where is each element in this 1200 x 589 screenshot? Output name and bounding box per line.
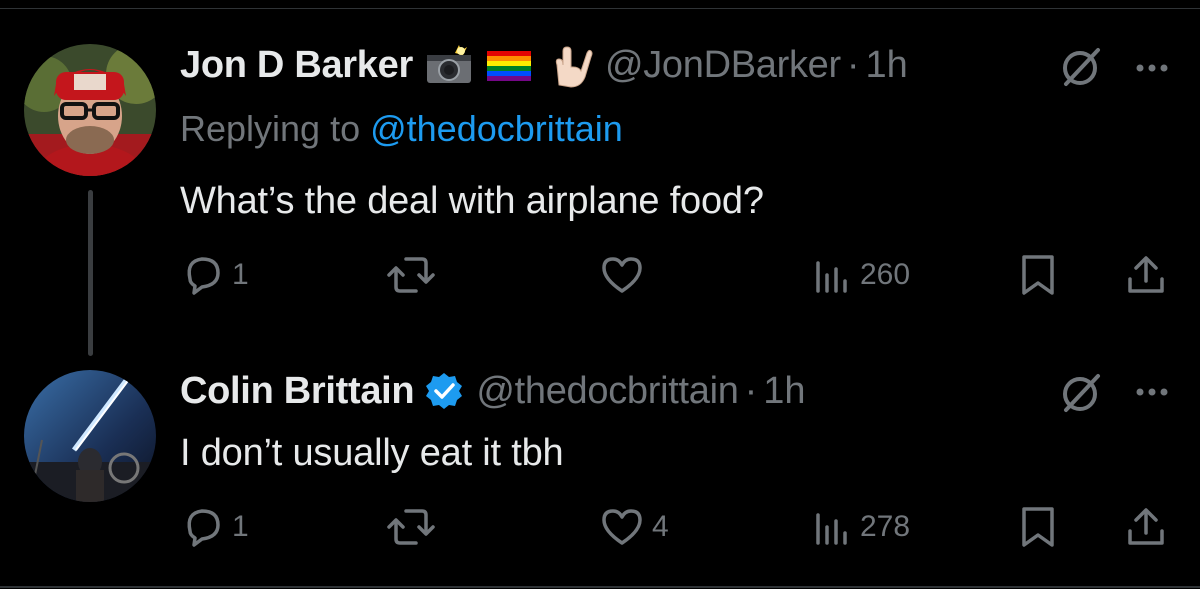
verified-badge-icon xyxy=(424,371,464,411)
grok-icon[interactable] xyxy=(1058,370,1104,416)
views-count: 260 xyxy=(860,258,911,291)
love-you-gesture-emoji-icon xyxy=(545,45,593,88)
repost-button[interactable] xyxy=(386,502,436,552)
reply-icon xyxy=(187,257,220,295)
author-name[interactable]: Jon D Barker xyxy=(180,44,413,87)
tweet-jon-d-barker[interactable]: Jon D Barker @JonDBarker · 1h Replying t… xyxy=(0,0,1200,360)
tweet-text: What’s the deal with airplane food? xyxy=(180,180,764,222)
tweet-timestamp[interactable]: 1h xyxy=(763,370,805,413)
tweet-text: I don’t usually eat it tbh xyxy=(180,432,564,474)
more-icon[interactable] xyxy=(1134,382,1174,402)
like-button[interactable]: 4 xyxy=(600,502,669,552)
repost-button[interactable] xyxy=(386,250,436,300)
like-icon xyxy=(602,257,642,293)
bookmark-icon xyxy=(1022,507,1054,547)
repost-icon xyxy=(387,509,435,545)
author-handle[interactable]: @thedocbrittain xyxy=(476,370,739,413)
views-icon xyxy=(816,513,847,545)
author-name[interactable]: Colin Brittain xyxy=(180,370,415,413)
tweet-header: Jon D Barker @JonDBarker · 1h xyxy=(180,40,908,90)
share-button[interactable] xyxy=(1124,250,1168,300)
camera-flash-emoji-icon xyxy=(425,45,473,85)
reply-count: 1 xyxy=(232,510,249,543)
author-handle[interactable]: @JonDBarker xyxy=(605,44,841,87)
reply-button[interactable]: 1 xyxy=(180,502,249,552)
bookmark-button[interactable] xyxy=(1018,250,1058,300)
tweet-timestamp[interactable]: 1h xyxy=(866,44,908,87)
bottom-divider xyxy=(0,586,1200,588)
more-icon[interactable] xyxy=(1134,58,1174,78)
share-icon xyxy=(1128,256,1164,293)
tweet-header: Colin Brittain @thedocbrittain · 1h xyxy=(180,366,806,416)
views-icon xyxy=(816,261,847,293)
share-button[interactable] xyxy=(1124,502,1168,552)
repost-icon xyxy=(387,257,435,293)
like-count: 4 xyxy=(652,510,669,543)
views-count: 278 xyxy=(860,510,911,543)
avatar-colin[interactable] xyxy=(24,370,156,502)
replying-prefix: Replying to xyxy=(180,108,371,149)
avatar-jon[interactable] xyxy=(24,44,156,176)
replying-to-mention-link[interactable]: @thedocbrittain xyxy=(370,108,623,149)
separator-dot: · xyxy=(744,369,758,412)
reply-button[interactable]: 1 xyxy=(180,250,249,300)
action-bar: 1 4 278 xyxy=(0,502,1200,552)
bookmark-icon xyxy=(1022,255,1054,295)
replying-to-line: Replying to @thedocbrittain xyxy=(180,108,623,150)
views-button[interactable]: 278 xyxy=(812,502,910,552)
rainbow-flag-emoji-icon xyxy=(485,45,533,85)
action-bar: 1 260 xyxy=(0,250,1200,300)
views-button[interactable]: 260 xyxy=(812,250,910,300)
separator-dot: · xyxy=(846,43,860,86)
share-icon xyxy=(1128,508,1164,545)
bookmark-button[interactable] xyxy=(1018,502,1058,552)
like-button[interactable] xyxy=(600,250,644,300)
grok-icon[interactable] xyxy=(1058,44,1104,90)
reply-icon xyxy=(187,509,220,547)
tweet-colin-brittain[interactable]: Colin Brittain @thedocbrittain · 1h I do… xyxy=(0,360,1200,588)
like-icon xyxy=(602,509,642,545)
reply-count: 1 xyxy=(232,258,249,291)
